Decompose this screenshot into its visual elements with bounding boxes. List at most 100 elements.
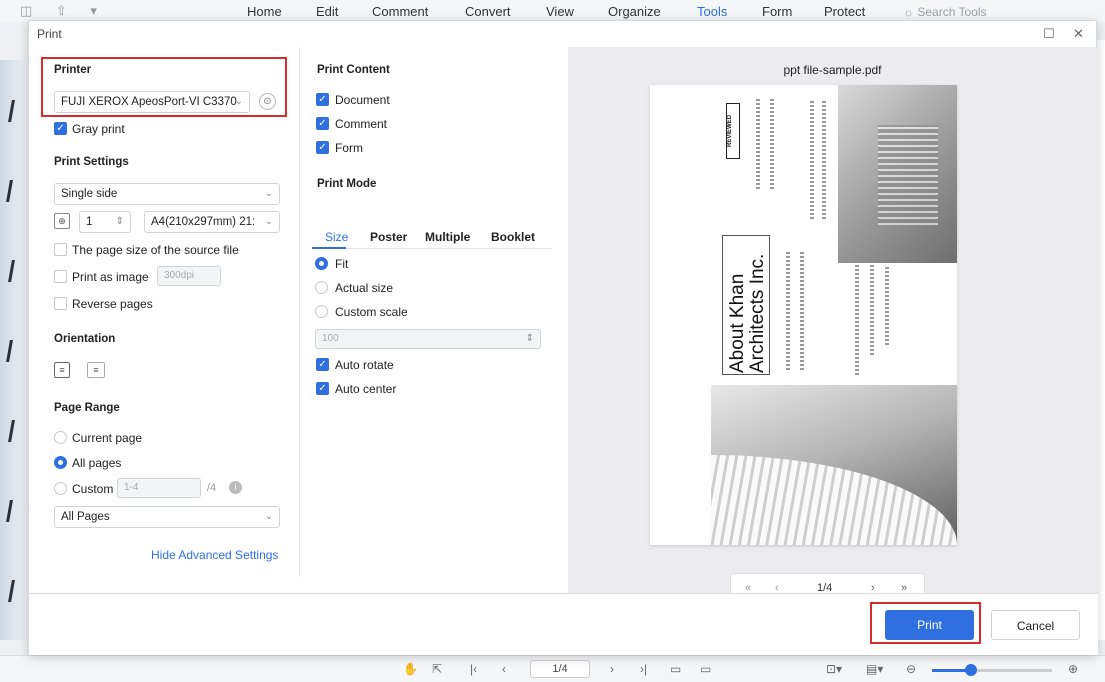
preview-title-line1: About Khan bbox=[727, 273, 748, 373]
preview-text-column bbox=[855, 265, 859, 375]
status-page-field[interactable]: 1/4 bbox=[530, 660, 590, 678]
fit-page-icon[interactable]: ▭ bbox=[670, 662, 681, 676]
custom-range-label: Custom bbox=[72, 482, 114, 496]
auto-rotate-checkbox[interactable]: ✓ bbox=[316, 358, 329, 371]
chevron-down-icon: ⌄ bbox=[264, 511, 273, 522]
reverse-pages-checkbox[interactable] bbox=[54, 297, 67, 310]
menu-form[interactable]: Form bbox=[762, 4, 792, 19]
app-menubar: ◫ ⇧ ▾ Home Edit Comment Convert View Org… bbox=[0, 0, 1105, 22]
preview-building-image-top bbox=[838, 85, 957, 263]
tab-divider bbox=[312, 248, 552, 249]
hide-advanced-settings-link[interactable]: Hide Advanced Settings bbox=[151, 548, 278, 562]
preview-text-column bbox=[870, 265, 874, 355]
form-label: Form bbox=[335, 141, 363, 155]
auto-center-checkbox[interactable]: ✓ bbox=[316, 382, 329, 395]
printer-properties-icon[interactable]: ⊙ bbox=[259, 93, 276, 110]
hand-tool-icon[interactable]: ✋ bbox=[403, 662, 418, 676]
prev-page-icon[interactable]: ‹ bbox=[502, 662, 506, 676]
page-subset-select[interactable]: All Pages ⌄ bbox=[54, 506, 280, 528]
menu-protect[interactable]: Protect bbox=[824, 4, 865, 19]
preview-stamp: REVIEWED bbox=[726, 103, 740, 159]
landscape-orientation-icon[interactable]: ≡ bbox=[87, 362, 105, 378]
search-tools[interactable]: ☼ Search Tools bbox=[903, 5, 987, 19]
maximize-icon[interactable]: ☐ bbox=[1043, 26, 1055, 42]
dpi-value: 300dpi bbox=[164, 270, 195, 281]
stepper-arrows-icon[interactable]: ⇕ bbox=[526, 330, 534, 348]
first-page-icon[interactable]: |‹ bbox=[470, 662, 477, 676]
menu-tools[interactable]: Tools bbox=[697, 4, 727, 19]
portrait-orientation-icon[interactable]: ≡ bbox=[54, 362, 70, 378]
custom-scale-radio[interactable] bbox=[315, 305, 328, 318]
next-page-icon[interactable]: › bbox=[610, 662, 614, 676]
quick-tools-icons[interactable]: ◫ ⇧ ▾ bbox=[20, 3, 107, 19]
custom-range-radio[interactable] bbox=[54, 482, 67, 495]
menu-organize[interactable]: Organize bbox=[608, 4, 661, 19]
source-page-size-label: The page size of the source file bbox=[72, 243, 239, 257]
source-page-size-checkbox[interactable] bbox=[54, 243, 67, 256]
print-as-image-checkbox[interactable] bbox=[54, 270, 67, 283]
tab-size[interactable]: Size bbox=[325, 230, 348, 244]
fit-label: Fit bbox=[335, 257, 349, 271]
print-mode-heading: Print Mode bbox=[317, 178, 377, 190]
preview-text-column bbox=[810, 99, 814, 219]
zoom-in-icon[interactable]: ⊕ bbox=[1068, 662, 1078, 676]
auto-center-label: Auto center bbox=[335, 382, 397, 396]
dialog-title: Print bbox=[37, 27, 62, 41]
close-icon[interactable]: ✕ bbox=[1073, 26, 1084, 42]
preview-title: About Khan Architects Inc. bbox=[727, 223, 768, 373]
all-pages-radio[interactable] bbox=[54, 456, 67, 469]
comment-checkbox[interactable]: ✓ bbox=[316, 117, 329, 130]
print-preview-panel: ppt file-sample.pdf REVIEWED About Khan … bbox=[568, 47, 1097, 603]
form-checkbox[interactable]: ✓ bbox=[316, 141, 329, 154]
zoom-out-icon[interactable]: ⊖ bbox=[906, 662, 916, 676]
preview-title-line2: Architects Inc. bbox=[747, 253, 768, 373]
sides-select[interactable]: Single side ⌄ bbox=[54, 183, 280, 205]
tab-active-underline bbox=[312, 247, 346, 249]
tab-booklet[interactable]: Booklet bbox=[491, 230, 535, 244]
chevron-down-icon: ⌄ bbox=[234, 96, 243, 107]
custom-range-total: /4 bbox=[207, 482, 217, 494]
fit-width-icon[interactable]: ▭ bbox=[700, 662, 711, 676]
menu-home[interactable]: Home bbox=[247, 4, 282, 19]
sides-select-value: Single side bbox=[61, 188, 118, 200]
print-settings-panel: Printer FUJI XEROX ApeosPort-VI C3370 ⌄ ⊙… bbox=[29, 47, 297, 592]
printer-select[interactable]: FUJI XEROX ApeosPort-VI C3370 ⌄ bbox=[54, 91, 250, 113]
view-mode-icon[interactable]: ⊡▾ bbox=[826, 662, 842, 676]
preview-text-column bbox=[770, 99, 774, 189]
menu-edit[interactable]: Edit bbox=[316, 4, 338, 19]
custom-scale-label: Custom scale bbox=[335, 305, 408, 319]
custom-scale-input[interactable]: 100 ⇕ bbox=[315, 329, 541, 349]
custom-range-input[interactable]: 1-4 bbox=[117, 478, 201, 498]
stepper-arrows-icon[interactable]: ⇕ bbox=[116, 212, 124, 232]
last-page-icon[interactable]: ›| bbox=[640, 662, 647, 676]
menu-convert[interactable]: Convert bbox=[465, 4, 511, 19]
page-range-heading: Page Range bbox=[54, 402, 120, 414]
menu-comment[interactable]: Comment bbox=[372, 4, 428, 19]
select-tool-icon[interactable]: ⇱ bbox=[432, 662, 442, 676]
print-settings-heading: Print Settings bbox=[54, 156, 129, 168]
custom-scale-value: 100 bbox=[322, 333, 339, 344]
menu-view[interactable]: View bbox=[546, 4, 574, 19]
gray-print-checkbox[interactable]: ✓ bbox=[54, 122, 67, 135]
document-checkbox[interactable]: ✓ bbox=[316, 93, 329, 106]
cancel-button[interactable]: Cancel bbox=[991, 610, 1080, 640]
print-content-heading: Print Content bbox=[317, 64, 390, 76]
print-button[interactable]: Print bbox=[885, 610, 974, 640]
auto-rotate-label: Auto rotate bbox=[335, 358, 394, 372]
preview-file-name: ppt file-sample.pdf bbox=[783, 63, 882, 77]
tab-multiple[interactable]: Multiple bbox=[425, 230, 470, 244]
current-page-radio[interactable] bbox=[54, 431, 67, 444]
status-bar: ✋ ⇱ |‹ ‹ 1/4 › ›| ▭ ▭ ⊡▾ ▤▾ ⊖ ⊕ bbox=[0, 655, 1105, 682]
paper-size-select[interactable]: A4(210x297mm) 21: ⌄ bbox=[144, 211, 280, 233]
actual-size-radio[interactable] bbox=[315, 281, 328, 294]
fit-radio[interactable] bbox=[315, 257, 328, 270]
current-page-label: Current page bbox=[72, 431, 143, 445]
copies-stepper[interactable]: 1 ⇕ bbox=[79, 211, 131, 233]
info-icon[interactable]: i bbox=[229, 481, 242, 494]
layout-icon[interactable]: ▤▾ bbox=[866, 662, 883, 676]
zoom-slider-handle[interactable] bbox=[965, 664, 977, 676]
chevron-down-icon: ⌄ bbox=[264, 188, 273, 199]
copies-icon: ⊕ bbox=[54, 213, 70, 229]
tab-poster[interactable]: Poster bbox=[370, 230, 407, 244]
dpi-select[interactable]: 300dpi bbox=[157, 266, 221, 286]
